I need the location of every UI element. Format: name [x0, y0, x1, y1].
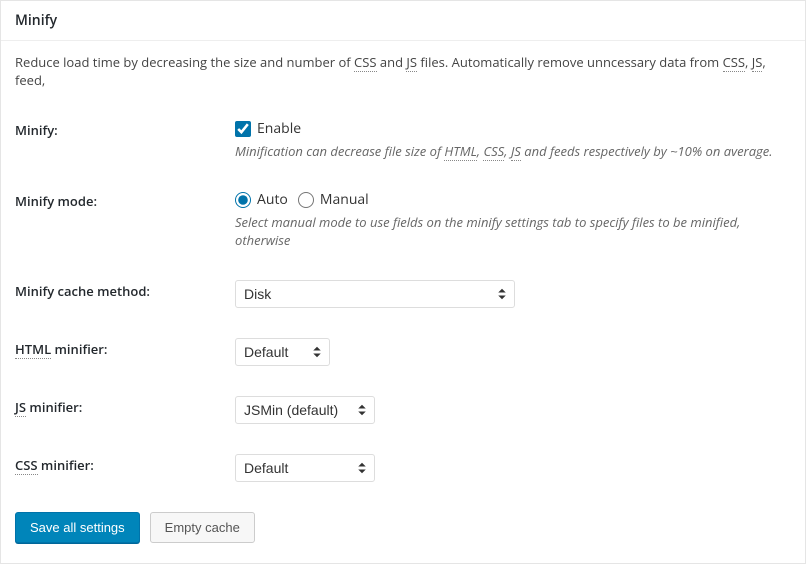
- minify-panel: Minify Reduce load time by decreasing th…: [0, 0, 806, 564]
- minify-control: Enable Minification can decrease file si…: [235, 119, 791, 160]
- css-abbr-2: CSS: [723, 53, 745, 72]
- cache-method-row: Minify cache method: Disk: [15, 280, 791, 308]
- panel-title: Minify: [15, 11, 791, 30]
- empty-cache-button[interactable]: Empty cache: [150, 512, 255, 543]
- css-abbr-4: CSS: [15, 456, 38, 475]
- save-button[interactable]: Save all settings: [15, 512, 140, 543]
- mode-auto-item: Auto: [235, 190, 288, 209]
- js-abbr-3: JS: [511, 142, 521, 161]
- minify-mode-row: Minify mode: Auto Manual Select manual m…: [15, 190, 791, 249]
- minify-enable-label[interactable]: Enable: [257, 119, 301, 138]
- intro-text-mid1: and: [377, 53, 407, 71]
- mode-manual-label[interactable]: Manual: [320, 190, 369, 209]
- intro-text: Reduce load time by decreasing the size …: [15, 53, 791, 89]
- css-abbr: CSS: [354, 53, 376, 72]
- css-minifier-control: Default: [235, 454, 791, 482]
- html-minifier-row: HTML minifier: Default: [15, 338, 791, 366]
- js-minifier-label: JS minifier:: [15, 396, 235, 416]
- js-minifier-control: JSMin (default): [235, 396, 791, 424]
- mode-manual-radio[interactable]: [298, 192, 314, 208]
- js-abbr-4: JS: [15, 398, 26, 417]
- css-minifier-label-post: minifier:: [38, 456, 94, 474]
- panel-body: Reduce load time by decreasing the size …: [1, 41, 805, 563]
- minify-mode-label: Minify mode:: [15, 190, 235, 210]
- html-minifier-select[interactable]: Default: [235, 338, 330, 366]
- js-minifier-select[interactable]: JSMin (default): [235, 396, 375, 424]
- minify-description: Minification can decrease file size of H…: [235, 142, 791, 160]
- js-minifier-row: JS minifier: JSMin (default): [15, 396, 791, 424]
- html-minifier-label: HTML minifier:: [15, 338, 235, 358]
- js-abbr: JS: [406, 53, 417, 72]
- html-abbr-2: HTML: [15, 340, 51, 359]
- minify-mode-control: Auto Manual Select manual mode to use fi…: [235, 190, 791, 249]
- intro-text-mid2: files. Automatically remove unncessary d…: [417, 53, 723, 71]
- minify-row: Minify: Enable Minification can decrease…: [15, 119, 791, 160]
- css-minifier-row: CSS minifier: Default: [15, 454, 791, 482]
- panel-header: Minify: [1, 1, 805, 41]
- minify-desc-post: and feeds respectively by ~10% on averag…: [521, 142, 773, 160]
- js-abbr-2: JS: [752, 53, 763, 72]
- cache-method-control: Disk: [235, 280, 791, 308]
- js-minifier-label-post: minifier:: [26, 398, 82, 416]
- button-row: Save all settings Empty cache: [15, 512, 791, 543]
- minify-desc-m2: ,: [504, 142, 511, 160]
- minify-enable-checkbox[interactable]: [235, 121, 251, 137]
- minify-desc-pre: Minification can decrease file size of: [235, 142, 444, 160]
- mode-auto-radio[interactable]: [235, 192, 251, 208]
- html-minifier-control: Default: [235, 338, 791, 366]
- intro-text-pre: Reduce load time by decreasing the size …: [15, 53, 354, 71]
- minify-mode-description: Select manual mode to use fields on the …: [235, 213, 791, 249]
- minify-mode-radios: Auto Manual: [235, 190, 791, 209]
- html-abbr: HTML: [444, 142, 476, 161]
- mode-manual-item: Manual: [298, 190, 369, 209]
- css-minifier-select[interactable]: Default: [235, 454, 375, 482]
- intro-text-mid3: ,: [745, 53, 752, 71]
- css-abbr-3: CSS: [483, 142, 504, 161]
- minify-label: Minify:: [15, 119, 235, 139]
- html-minifier-label-post: minifier:: [51, 340, 107, 358]
- mode-auto-label[interactable]: Auto: [257, 190, 288, 209]
- cache-method-select[interactable]: Disk: [235, 280, 515, 308]
- css-minifier-label: CSS minifier:: [15, 454, 235, 474]
- minify-checkbox-line: Enable: [235, 119, 791, 138]
- cache-method-label: Minify cache method:: [15, 280, 235, 300]
